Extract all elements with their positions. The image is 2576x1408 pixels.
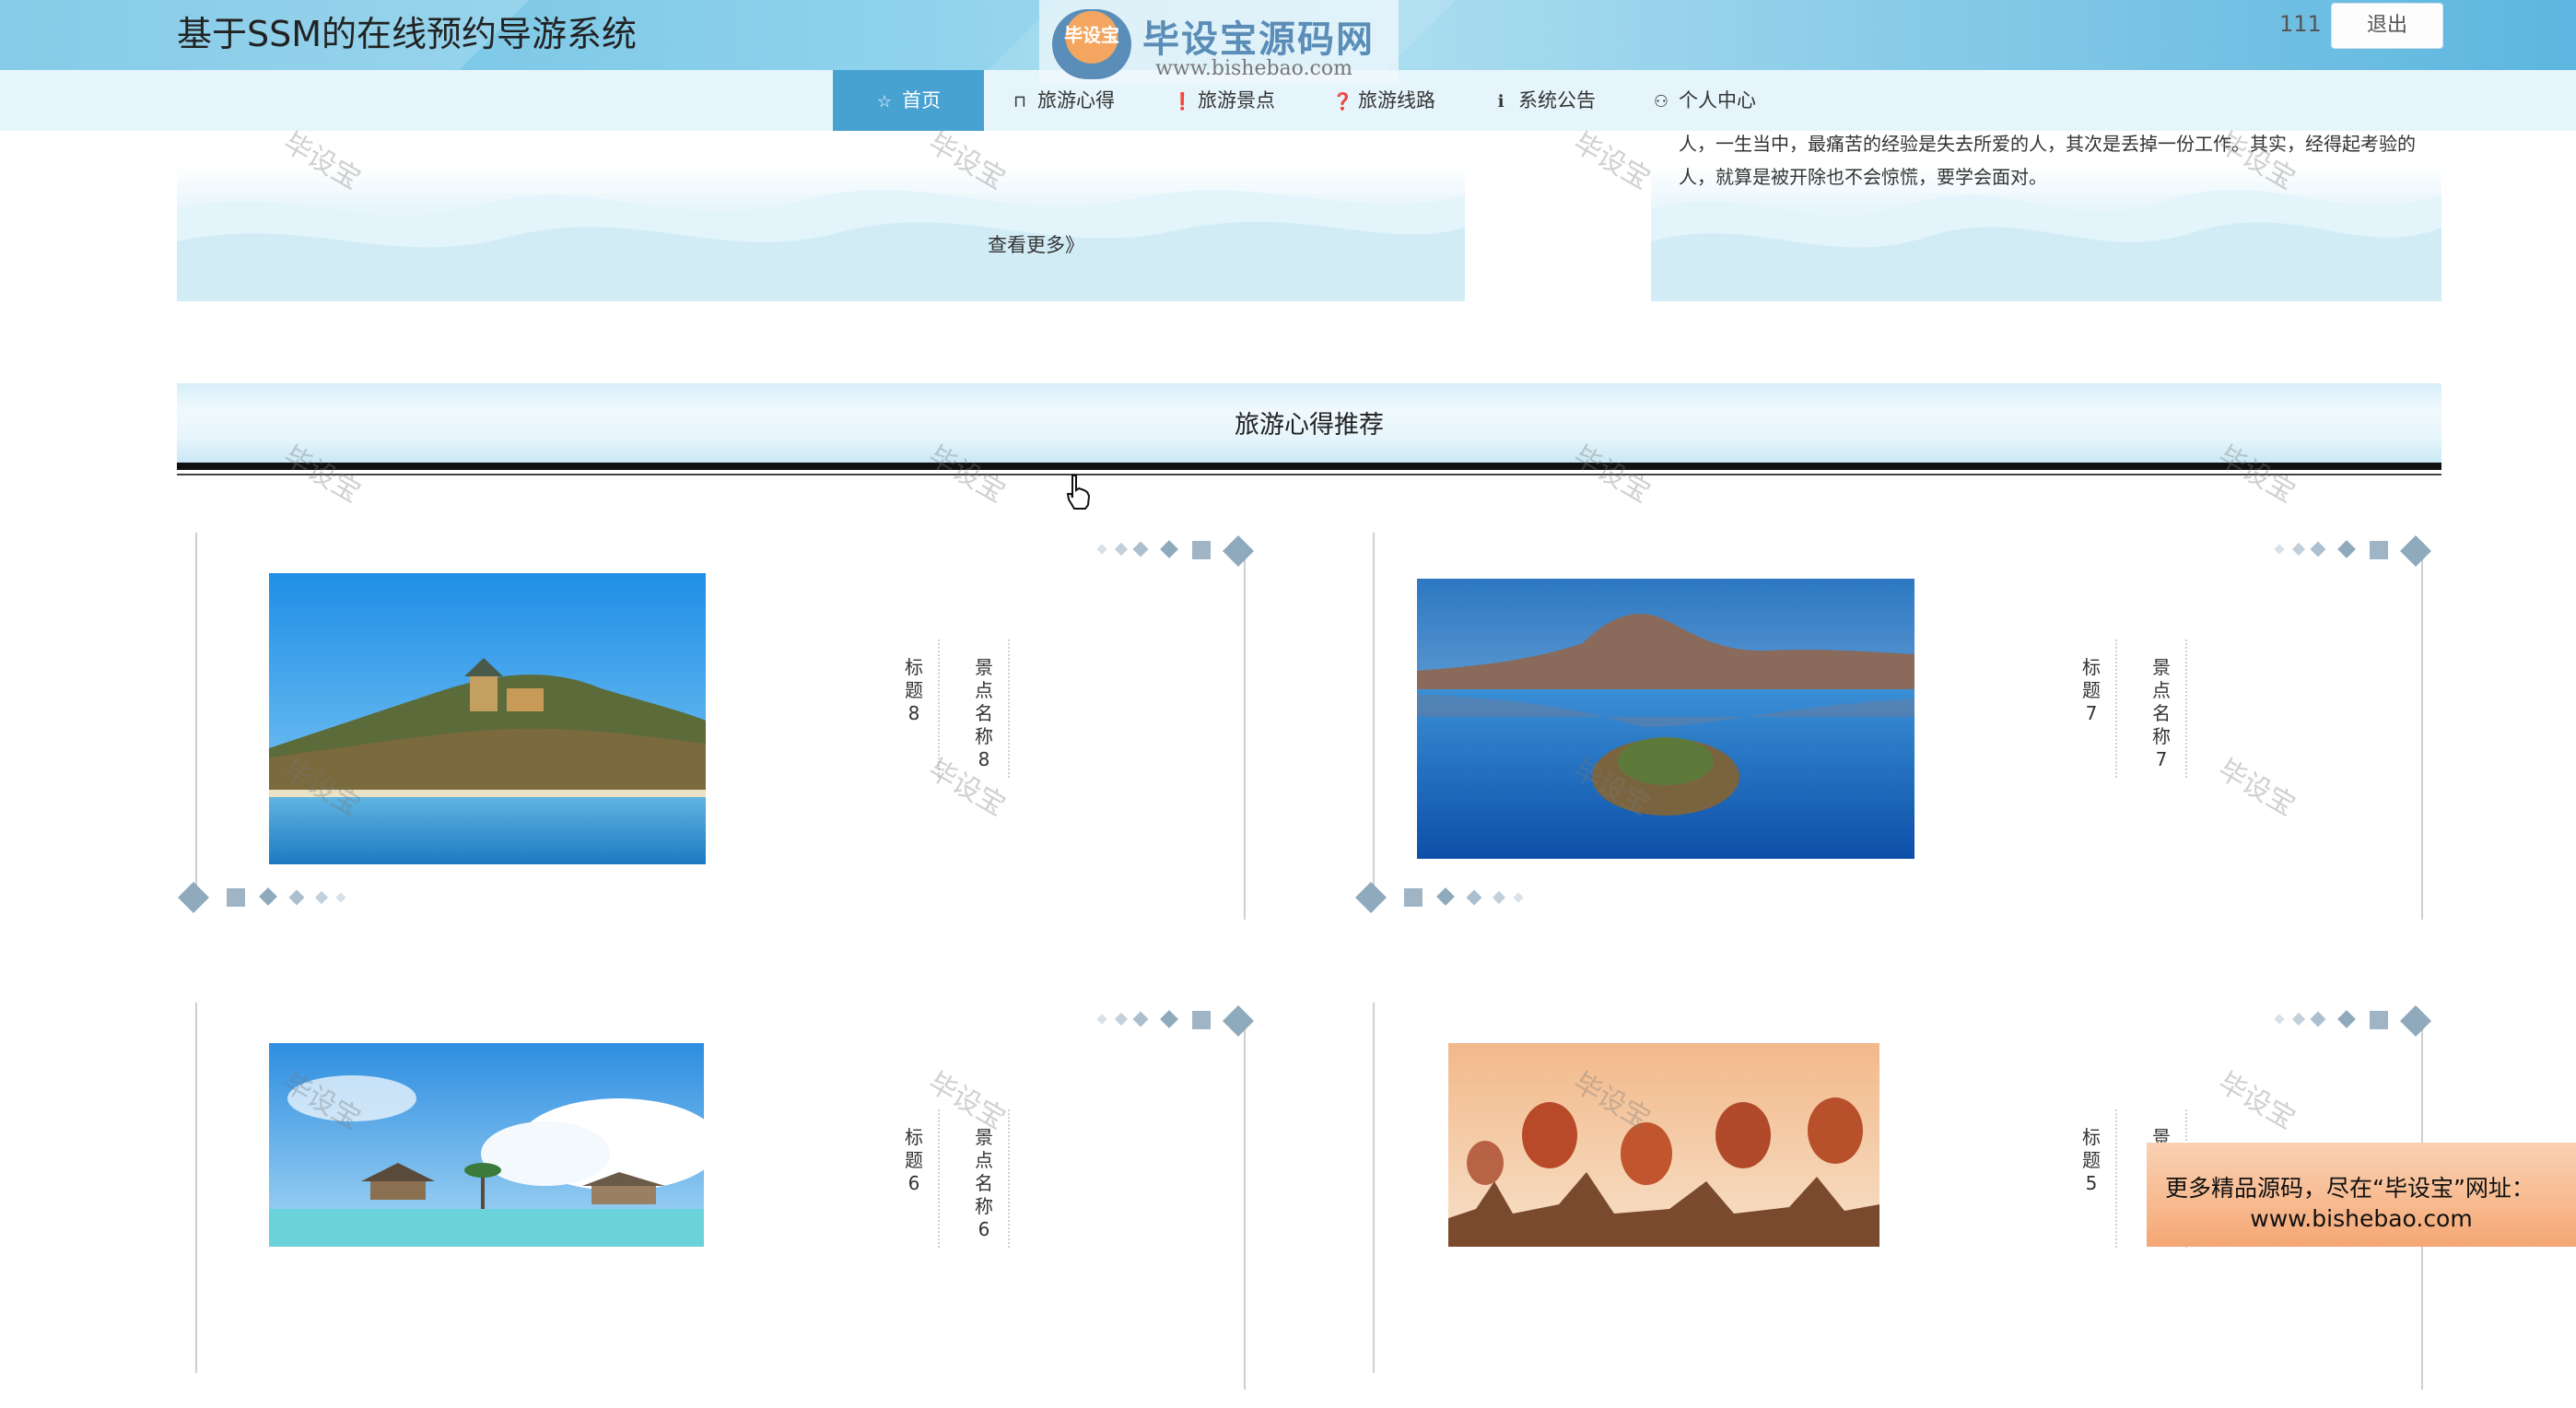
diamond-decoration-bottom bbox=[1354, 881, 1539, 913]
bag-icon: ⊓ bbox=[1013, 92, 1027, 111]
view-more-link[interactable]: 查看更多》 bbox=[988, 230, 1084, 258]
diamond-decoration-bottom bbox=[177, 881, 361, 913]
nav-label: 旅游线路 bbox=[1358, 89, 1435, 111]
divider-dotted bbox=[2115, 639, 2117, 778]
section-divider-thin bbox=[177, 474, 2441, 475]
card-border-right bbox=[1244, 1021, 1246, 1390]
brand-url: www.bishebao.com bbox=[1155, 57, 1352, 80]
article-spot-name: 景点名称7 bbox=[2152, 656, 2171, 770]
section-title: 旅游心得推荐 bbox=[1235, 411, 1384, 440]
notice-text: 人，一生当中，最痛苦的经验是失去所爱的人，其次是丢掉一份工作。其实，经得起考验的… bbox=[1679, 133, 2416, 188]
diamond-decoration-top bbox=[2274, 535, 2441, 567]
lake-island-photo[interactable] bbox=[1417, 579, 1914, 859]
divider-dotted bbox=[2185, 639, 2187, 778]
hand-cursor-icon bbox=[1066, 475, 1091, 510]
article-title: 标题5 bbox=[2082, 1126, 2101, 1194]
section-divider bbox=[177, 463, 2441, 470]
divider-dotted bbox=[938, 639, 940, 778]
section-header: 旅游心得推荐 bbox=[177, 383, 2441, 463]
card-border-right bbox=[2421, 551, 2423, 920]
info-icon: ℹ bbox=[1497, 92, 1505, 111]
divider-dotted bbox=[1008, 1109, 1010, 1248]
site-title: 基于SSM的在线预约导游系统 bbox=[177, 14, 638, 54]
brand-logo-text: 毕设宝 bbox=[1064, 24, 1119, 46]
article-title: 标题8 bbox=[905, 656, 923, 724]
article-title: 标题6 bbox=[905, 1126, 923, 1194]
divider-dotted bbox=[938, 1109, 940, 1248]
article-card[interactable]: 标题8 景点名称8 bbox=[177, 533, 1282, 938]
logout-button[interactable]: 退出 bbox=[2331, 3, 2443, 49]
card-border-right bbox=[1244, 551, 1246, 920]
card-border-left bbox=[1373, 533, 1375, 903]
nav-item-announcements[interactable]: ℹ 系统公告 bbox=[1493, 70, 1596, 131]
username[interactable]: 111 bbox=[2279, 11, 2322, 37]
article-card[interactable]: 标题6 景点名称6 bbox=[177, 1003, 1282, 1408]
wave-decoration bbox=[177, 190, 1465, 301]
brand-logo-icon: 毕设宝 bbox=[1052, 9, 1131, 79]
card-border-left bbox=[195, 1003, 197, 1373]
notice-card: 人，一生当中，最痛苦的经验是失去所爱的人，其次是丢掉一份工作。其实，经得起考验的… bbox=[1651, 131, 2441, 301]
promo-url[interactable]: www.bishebao.com bbox=[2147, 1205, 2576, 1232]
nav-label: 旅游景点 bbox=[1198, 89, 1275, 111]
nav-item-personal-center[interactable]: ⚇ 个人中心 bbox=[1653, 70, 1756, 131]
promo-text: 更多精品源码，尽在“毕设宝”网址： bbox=[2165, 1175, 2535, 1202]
article-spot-name: 景点名称8 bbox=[975, 656, 993, 770]
article-spot-name: 景点名称6 bbox=[975, 1126, 993, 1240]
summer-palace-photo[interactable] bbox=[269, 573, 706, 864]
brand-name: 毕设宝源码网 bbox=[1142, 18, 1375, 61]
diamond-decoration-top bbox=[1096, 1005, 1264, 1037]
user-icon: ⚇ bbox=[1653, 92, 1669, 111]
watermark-text: 毕设宝 bbox=[1567, 126, 1656, 196]
divider-dotted bbox=[1008, 639, 1010, 778]
diamond-decoration-top bbox=[2274, 1005, 2441, 1037]
brand-watermark-logo: 毕设宝 毕设宝源码网 www.bishebao.com bbox=[1039, 0, 1399, 85]
article-title: 标题7 bbox=[2082, 656, 2101, 724]
news-card: 查看更多》 bbox=[177, 131, 1465, 301]
nav-label: 旅游心得 bbox=[1037, 89, 1115, 111]
nav-label: 系统公告 bbox=[1518, 89, 1596, 111]
nav-label: 首页 bbox=[902, 89, 941, 111]
card-border-left bbox=[195, 533, 197, 903]
star-icon: ☆ bbox=[876, 92, 893, 111]
tropical-resort-photo[interactable] bbox=[269, 1043, 704, 1247]
article-card[interactable]: 标题7 景点名称7 bbox=[1354, 533, 2460, 938]
nav-item-home[interactable]: ☆ 首页 bbox=[833, 70, 984, 131]
promo-banner[interactable]: 更多精品源码，尽在“毕设宝”网址： www.bishebao.com bbox=[2147, 1143, 2576, 1247]
hot-air-balloons-photo[interactable] bbox=[1448, 1043, 1879, 1247]
nav-label: 个人中心 bbox=[1679, 89, 1756, 111]
diamond-decoration-top bbox=[1096, 535, 1264, 567]
divider-dotted bbox=[2115, 1109, 2117, 1248]
card-border-left bbox=[1373, 1003, 1375, 1373]
